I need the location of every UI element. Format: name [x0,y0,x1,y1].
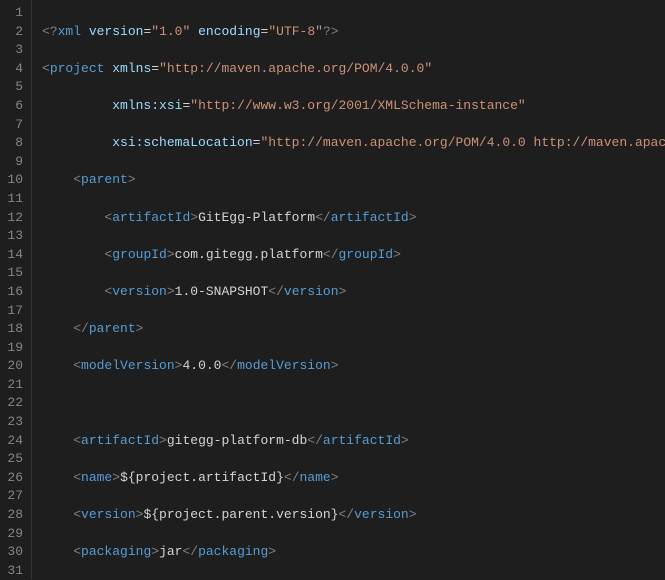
code-line: </parent> [42,320,665,339]
line-number: 29 [0,525,23,544]
code-line: <?xml version="1.0" encoding="UTF-8"?> [42,23,665,42]
code-line: <version>1.0-SNAPSHOT</version> [42,283,665,302]
line-number: 31 [0,562,23,580]
line-number: 3 [0,41,23,60]
line-number: 7 [0,116,23,135]
code-line: <modelVersion>4.0.0</modelVersion> [42,357,665,376]
line-number: 1 [0,4,23,23]
line-number: 18 [0,320,23,339]
code-line: <parent> [42,171,665,190]
line-number: 4 [0,60,23,79]
line-number: 24 [0,432,23,451]
line-number: 25 [0,450,23,469]
code-line: xmlns:xsi="http://www.w3.org/2001/XMLSch… [42,97,665,116]
line-number: 13 [0,227,23,246]
line-number: 8 [0,134,23,153]
line-number: 27 [0,487,23,506]
line-number: 12 [0,209,23,228]
line-number: 2 [0,23,23,42]
line-number: 23 [0,413,23,432]
code-line: <groupId>com.gitegg.platform</groupId> [42,246,665,265]
line-number: 22 [0,394,23,413]
line-number: 6 [0,97,23,116]
line-number: 5 [0,78,23,97]
line-number: 16 [0,283,23,302]
code-line: <project xmlns="http://maven.apache.org/… [42,60,665,79]
line-number: 28 [0,506,23,525]
code-line: <name>${project.artifactId}</name> [42,469,665,488]
code-editor-content[interactable]: <?xml version="1.0" encoding="UTF-8"?> <… [32,0,665,579]
line-number: 10 [0,171,23,190]
code-line: <version>${project.parent.version}</vers… [42,506,665,525]
line-number: 11 [0,190,23,209]
line-number: 15 [0,264,23,283]
line-number: 26 [0,469,23,488]
line-number: 30 [0,543,23,562]
code-line: <artifactId>gitegg-platform-db</artifact… [42,432,665,451]
line-number: 21 [0,376,23,395]
line-number: 9 [0,153,23,172]
code-line [42,394,665,413]
line-number-gutter: 1234567891011121314151617181920212223242… [0,0,32,579]
code-line: <packaging>jar</packaging> [42,543,665,562]
line-number: 20 [0,357,23,376]
code-line: xsi:schemaLocation="http://maven.apache.… [42,134,665,153]
line-number: 17 [0,302,23,321]
code-line: <artifactId>GitEgg-Platform</artifactId> [42,209,665,228]
line-number: 14 [0,246,23,265]
line-number: 19 [0,339,23,358]
